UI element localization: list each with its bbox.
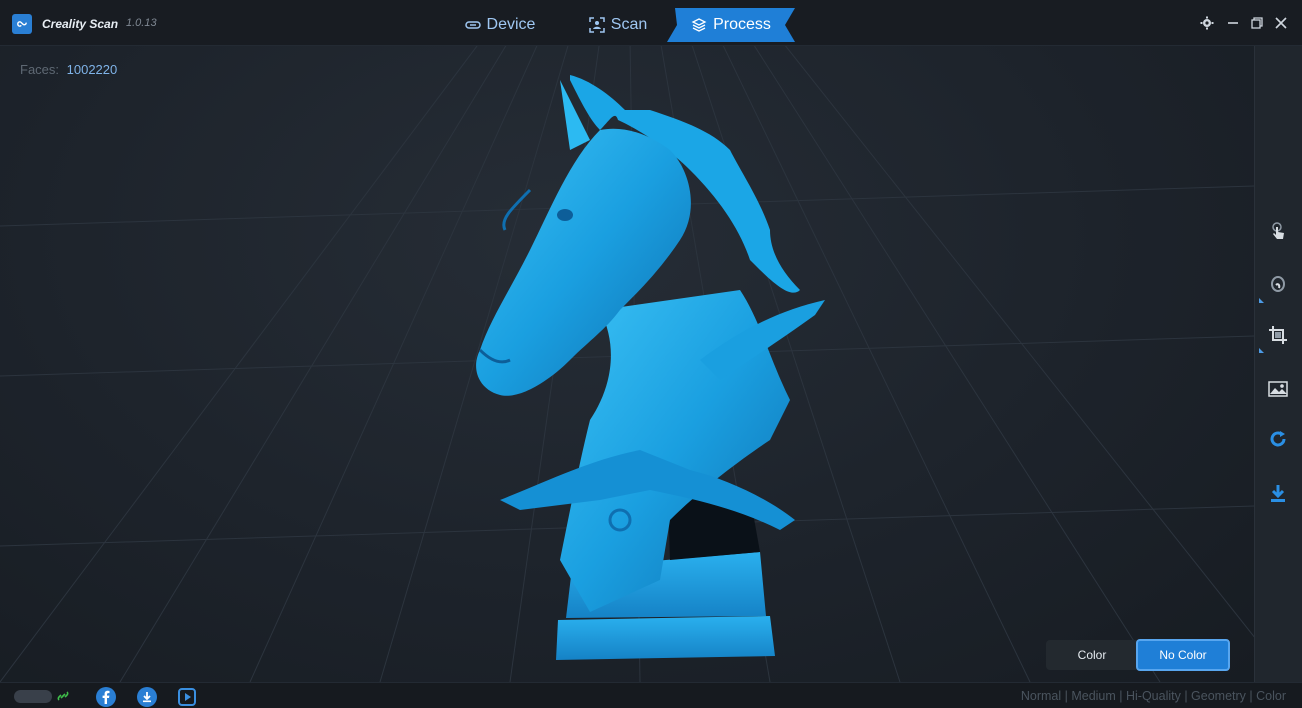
facebook-icon[interactable] <box>96 687 116 707</box>
right-toolbar <box>1254 46 1302 682</box>
tab-process[interactable]: Process <box>667 8 795 42</box>
minimize-icon[interactable] <box>1224 14 1242 32</box>
device-status-pill <box>14 690 52 703</box>
color-mode-toggle: Color No Color <box>1046 639 1230 671</box>
app-version: 1.0.13 <box>126 17 157 29</box>
tab-process-label: Process <box>713 16 771 33</box>
3d-viewport[interactable]: Faces: 1002220 Color No Color <box>0 46 1254 682</box>
rotate-refresh-icon[interactable] <box>1265 426 1291 452</box>
close-icon[interactable] <box>1272 14 1290 32</box>
submenu-indicator <box>1259 348 1264 353</box>
submenu-indicator <box>1259 298 1264 303</box>
title-bar: Creality Scan 1.0.13 Device Scan Process <box>0 0 1302 46</box>
export-download-icon[interactable] <box>1265 480 1291 506</box>
app-logo-icon <box>12 14 32 34</box>
settings-gear-icon[interactable] <box>1198 14 1216 32</box>
video-tutorial-icon[interactable] <box>177 687 197 707</box>
tab-device[interactable]: Device <box>452 8 548 42</box>
touch-hand-icon[interactable] <box>1265 218 1291 244</box>
faces-value: 1002220 <box>66 62 118 77</box>
faces-counter: Faces: 1002220 <box>20 62 117 77</box>
tab-device-label: Device <box>486 16 536 33</box>
connection-link-icon <box>57 691 69 701</box>
layers-icon <box>691 17 707 33</box>
texture-image-icon[interactable] <box>1265 376 1291 402</box>
scan-frame-icon <box>589 17 605 33</box>
tab-scan[interactable]: Scan <box>570 8 666 42</box>
no-color-button[interactable]: No Color <box>1136 639 1230 671</box>
faces-label: Faces: <box>20 62 60 77</box>
download-icon[interactable] <box>137 687 157 707</box>
quality-modes-text: Normal | Medium | Hi-Quality | Geometry … <box>1020 689 1286 703</box>
tab-scan-label: Scan <box>610 16 648 33</box>
color-button[interactable]: Color <box>1046 640 1138 670</box>
crop-icon[interactable] <box>1265 322 1291 348</box>
device-link-icon <box>464 20 481 30</box>
app-name: Creality Scan <box>42 17 119 31</box>
status-bar: Normal | Medium | Hi-Quality | Geometry … <box>0 682 1302 708</box>
restore-window-icon[interactable] <box>1248 14 1266 32</box>
horse-bust-model[interactable] <box>440 60 840 660</box>
lasso-select-icon[interactable] <box>1265 272 1291 298</box>
